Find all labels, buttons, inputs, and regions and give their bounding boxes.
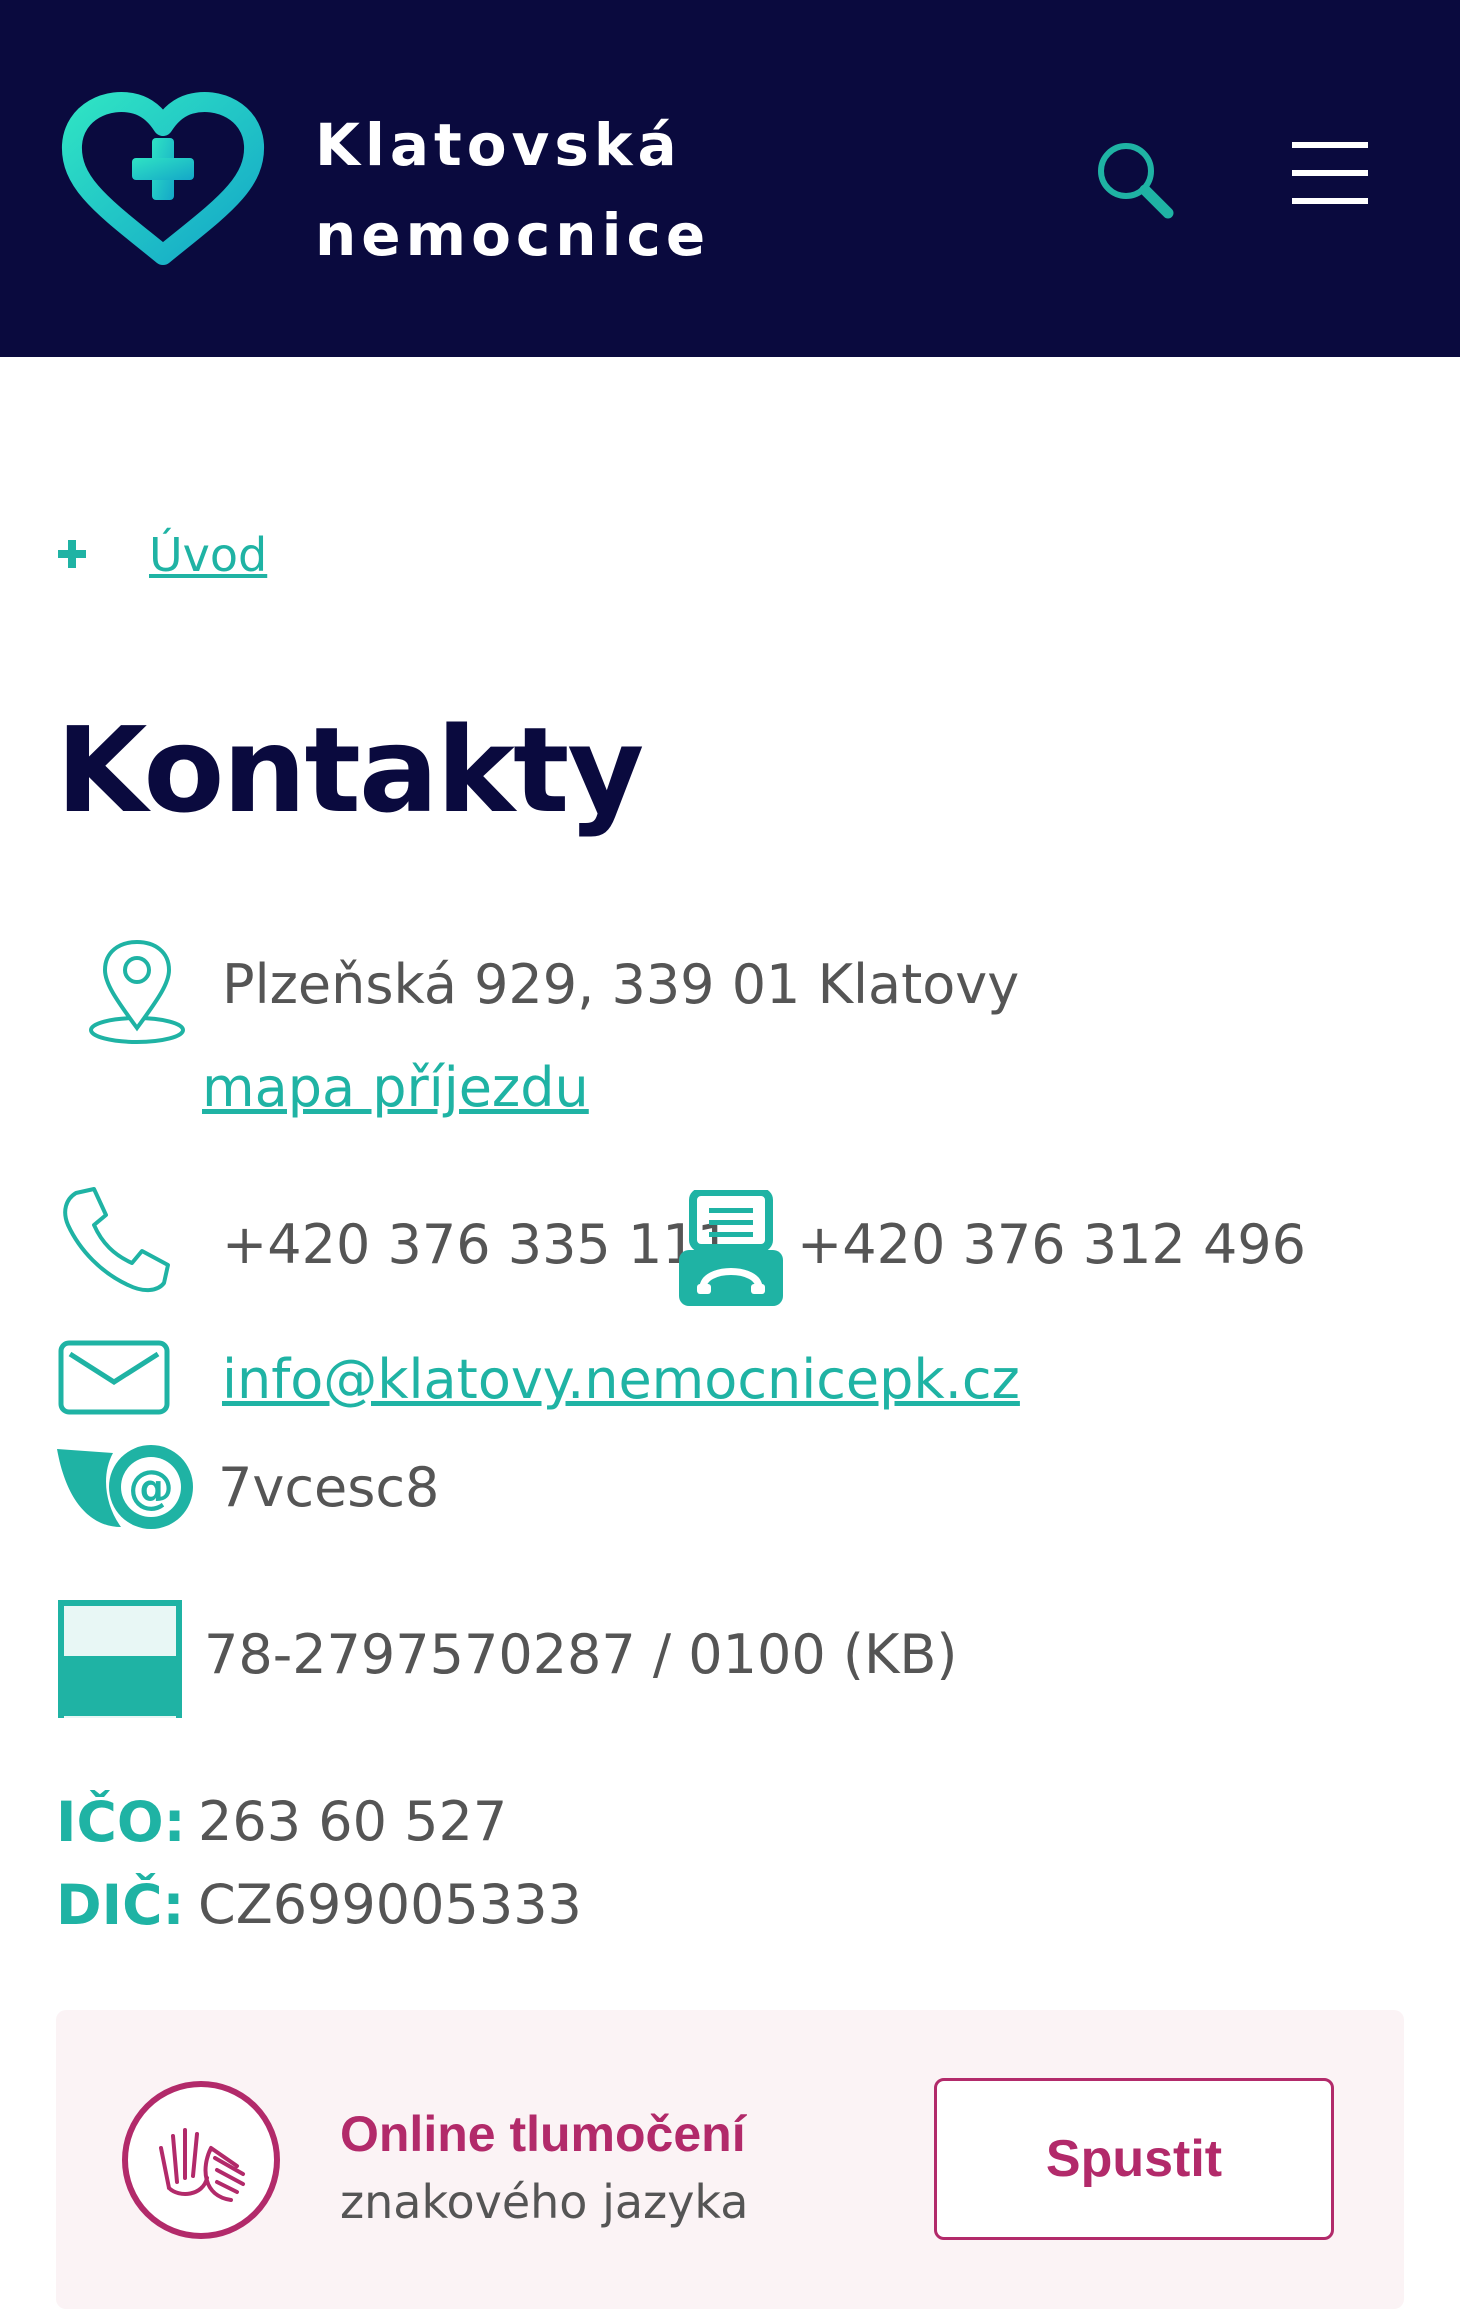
- logo-text[interactable]: Klatovská nemocnice: [315, 100, 710, 280]
- logo-line-2: nemocnice: [315, 201, 711, 269]
- fax-number: +420 376 312 496: [797, 1213, 1307, 1276]
- svg-text:@: @: [128, 1460, 174, 1514]
- page-title: Kontakty: [56, 701, 644, 839]
- site-header: Klatovská nemocnice: [0, 0, 1460, 357]
- dic-label: DIČ:: [56, 1873, 185, 1937]
- data-box-id: 7vcesc8: [218, 1456, 440, 1519]
- start-interpreting-button[interactable]: Spustit: [934, 2078, 1334, 2240]
- sign-language-title: Online tlumočení: [340, 2106, 746, 2162]
- fax-icon: [679, 1190, 783, 1306]
- phone-icon: [63, 1187, 170, 1292]
- location-pin-icon: [89, 939, 185, 1044]
- ico-value: 263 60 527: [198, 1790, 508, 1853]
- breadcrumb-home-link[interactable]: Úvod: [149, 528, 267, 582]
- envelope-icon: [58, 1340, 170, 1415]
- heart-cross-logo-icon[interactable]: [58, 90, 268, 270]
- ico-label: IČO:: [56, 1790, 186, 1854]
- logo-line-1: Klatovská: [315, 111, 682, 179]
- bank-account-number: 78-2797570287 / 0100 (KB): [204, 1623, 958, 1686]
- phone-number[interactable]: +420 376 335 111: [222, 1210, 731, 1280]
- plus-icon: [58, 540, 86, 568]
- bank-account-icon: [58, 1600, 182, 1718]
- sign-language-hands-icon: [122, 2081, 280, 2239]
- sign-language-panel: Online tlumočení znakového jazyka Spusti…: [56, 2010, 1404, 2309]
- search-icon[interactable]: [1090, 135, 1180, 225]
- email-link[interactable]: info@klatovy.nemocnicepk.cz: [222, 1345, 1020, 1415]
- dic-value: CZ699005333: [198, 1873, 582, 1936]
- map-link[interactable]: mapa příjezdu: [202, 1053, 589, 1123]
- data-box-icon: @: [57, 1445, 193, 1529]
- address-text: Plzeňská 929, 339 01 Klatovy: [222, 953, 1020, 1016]
- sign-language-subtitle: znakového jazyka: [340, 2175, 749, 2229]
- hamburger-menu-icon[interactable]: [1290, 138, 1370, 208]
